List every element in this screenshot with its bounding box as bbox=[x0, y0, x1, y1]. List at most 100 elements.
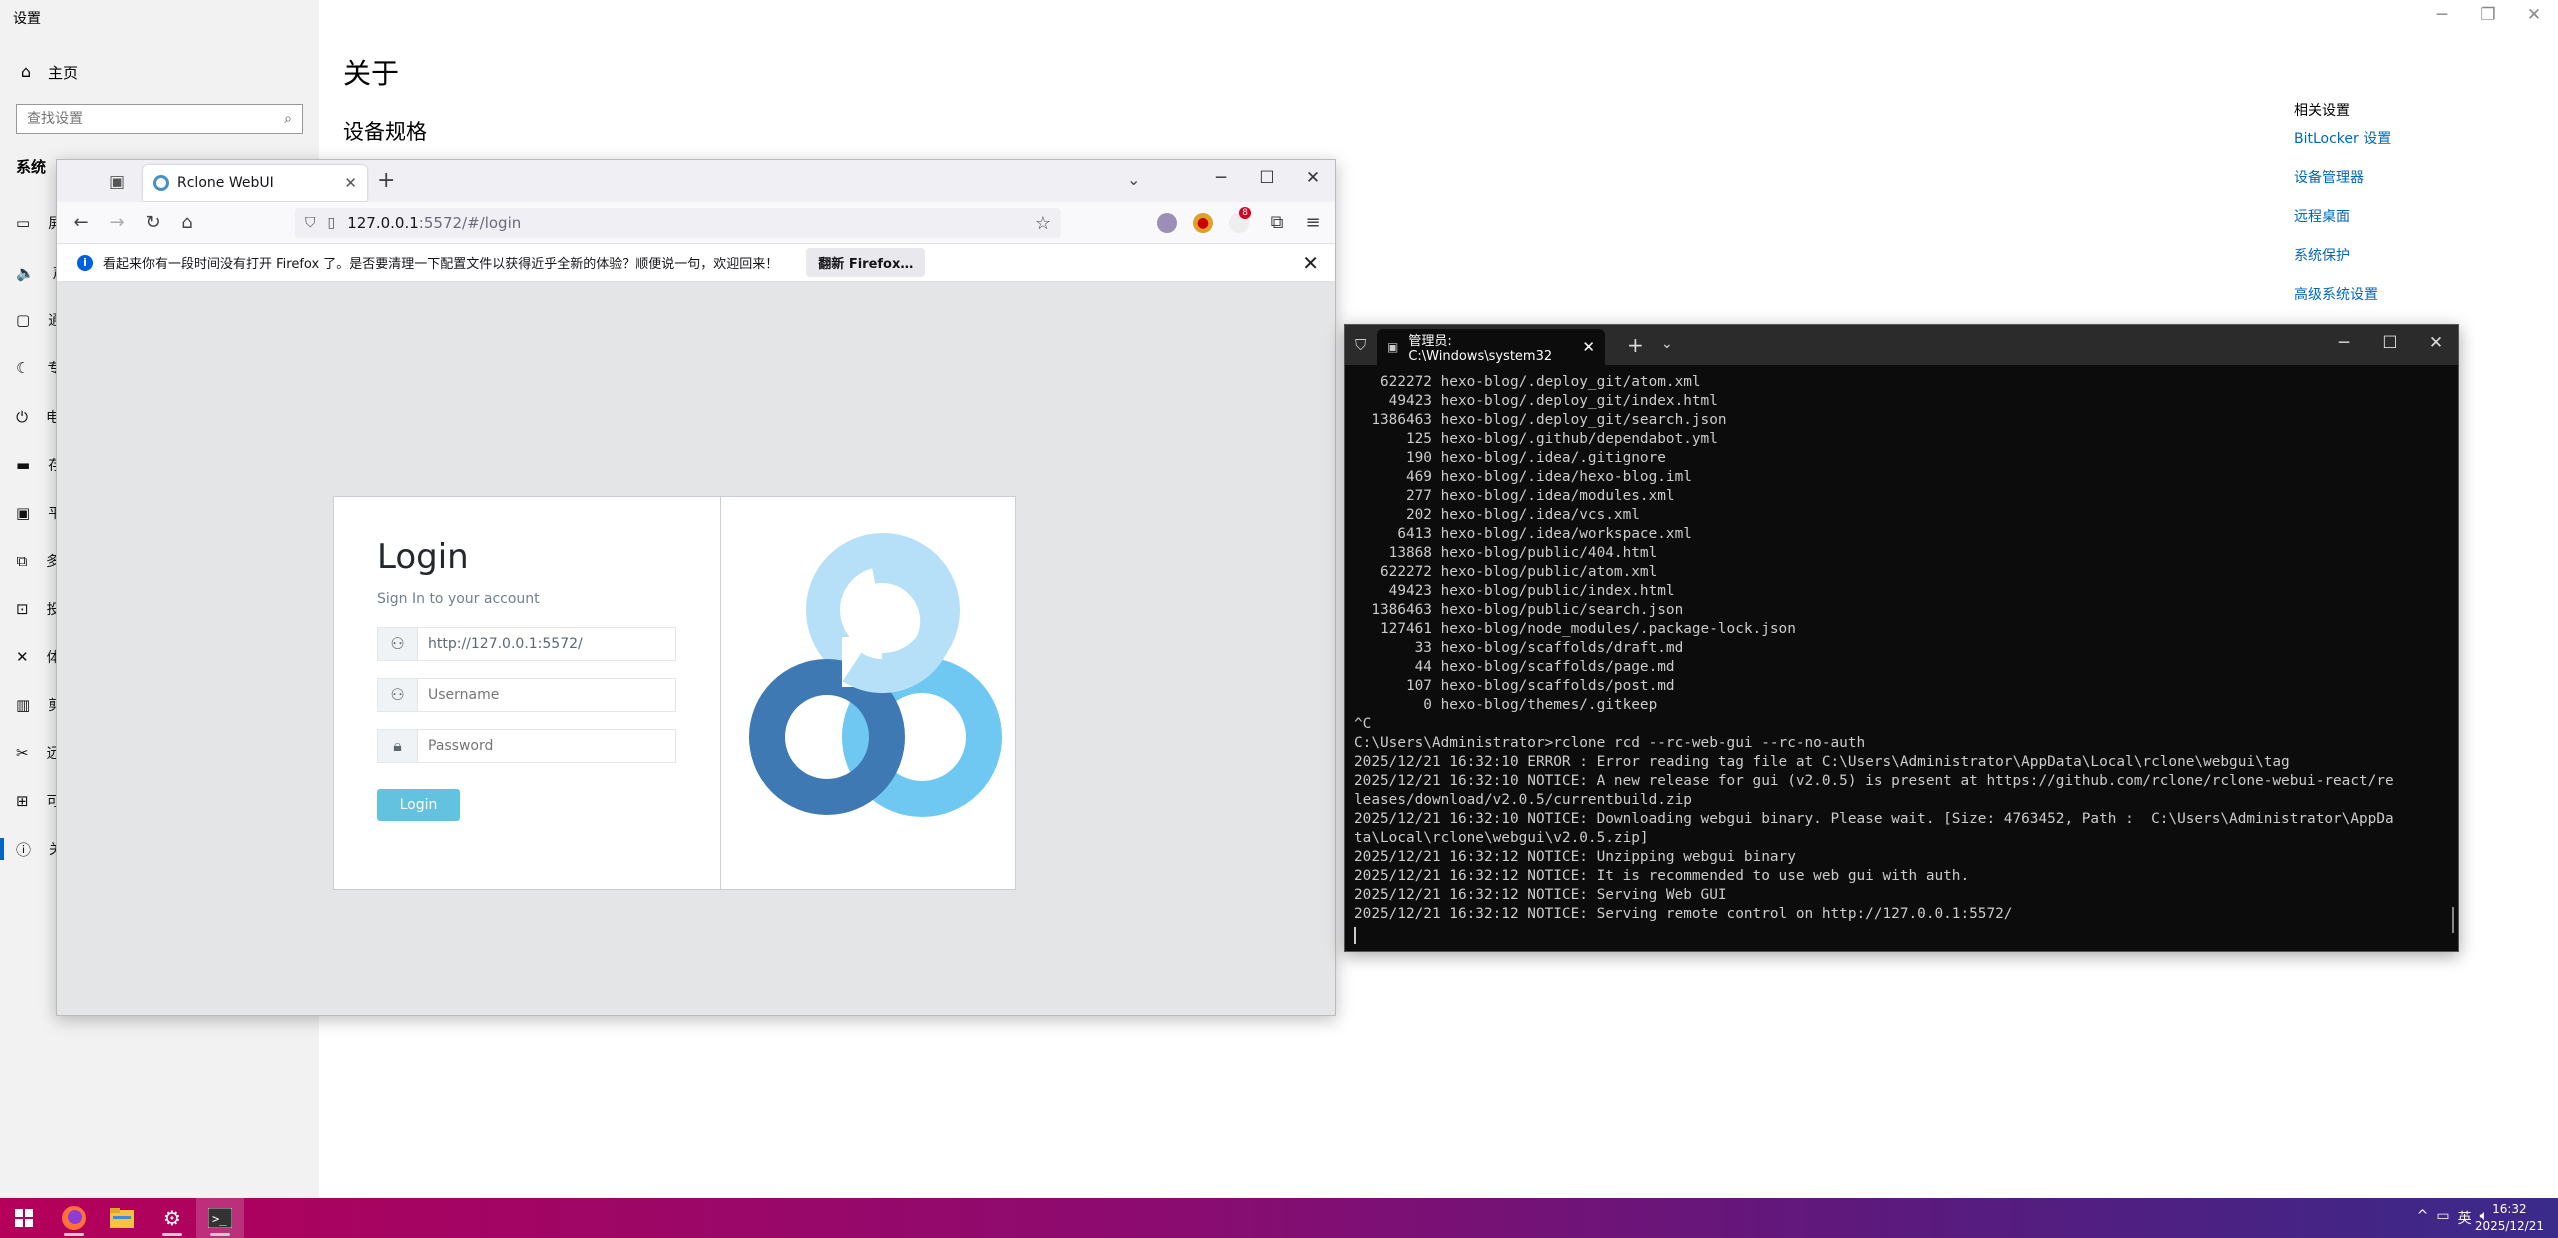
login-button[interactable]: Login bbox=[377, 789, 460, 821]
related-link-advanced-system[interactable]: 高级系统设置 bbox=[2294, 284, 2378, 304]
taskbar-firefox[interactable] bbox=[50, 1198, 98, 1238]
related-link-bitlocker[interactable]: BitLocker 设置 bbox=[2294, 128, 2391, 148]
tab-admin-cmd[interactable]: ▣ 管理员: C:\Windows\system32 ✕ bbox=[1377, 329, 1605, 365]
sidebar-item-8[interactable]: ⊡ 投 bbox=[16, 598, 61, 620]
close-tab-icon[interactable]: ✕ bbox=[1582, 338, 1595, 356]
firefox-view-icon[interactable]: ▣ bbox=[109, 172, 125, 192]
start-button[interactable] bbox=[0, 1198, 48, 1238]
related-settings-title: 相关设置 bbox=[2294, 103, 2350, 119]
terminal-line: 622272 hexo-blog/.deploy_git/atom.xml bbox=[1354, 374, 1701, 390]
extension-badge-icon[interactable]: 8 bbox=[1229, 207, 1251, 233]
extension-circle-icon[interactable] bbox=[1157, 213, 1177, 233]
search-icon: ⌕ bbox=[284, 111, 292, 127]
page-icon[interactable]: ▯ bbox=[328, 215, 336, 231]
url-host: 127.0.0.1 bbox=[347, 214, 419, 232]
terminal-line: leases/download/v2.0.5/currentbuild.zip bbox=[1354, 792, 1692, 808]
extensions-puzzle-icon[interactable]: ⧉ bbox=[1265, 212, 1289, 233]
url-input[interactable] bbox=[418, 628, 675, 660]
terminal-line: 2025/12/21 16:32:10 ERROR : Error readin… bbox=[1354, 754, 2290, 770]
gear-icon: ⚙ bbox=[163, 1206, 181, 1230]
login-subtitle: Sign In to your account bbox=[377, 591, 540, 607]
page-title: 关于 bbox=[343, 57, 400, 90]
forward-arrow-icon[interactable]: → bbox=[105, 212, 129, 233]
power-icon: ⏻ bbox=[16, 408, 28, 426]
sidebar-item-9[interactable]: ✕ 体 bbox=[16, 646, 61, 668]
search-input[interactable] bbox=[27, 111, 285, 127]
menu-hamburger-icon[interactable]: ≡ bbox=[1301, 212, 1325, 233]
taskbar-settings[interactable]: ⚙ bbox=[148, 1198, 196, 1238]
settings-search-box[interactable]: ⌕ bbox=[16, 104, 303, 134]
maximize-button[interactable]: ☐ bbox=[2370, 333, 2410, 353]
extension-ublock-icon[interactable]: ● bbox=[1193, 213, 1213, 233]
terminal-line: 49423 hexo-blog/public/index.html bbox=[1354, 583, 1675, 599]
terminal-line: 125 hexo-blog/.github/dependabot.yml bbox=[1354, 431, 1718, 447]
url-bar[interactable]: ⛉ ▯ 127.0.0.1:5572/#/login ☆ bbox=[295, 208, 1061, 238]
cmd-icon: ▣ bbox=[1387, 340, 1399, 354]
firefox-icon bbox=[62, 1206, 86, 1230]
clock[interactable]: 16:32 2025/12/21 bbox=[2475, 1201, 2544, 1235]
sidebar-item-1[interactable]: 🔈声 bbox=[16, 262, 67, 284]
minimize-button[interactable]: ─ bbox=[2422, 5, 2462, 25]
tab-rclone-webui[interactable]: Rclone WebUI ✕ bbox=[143, 165, 367, 201]
sidebar-item-home[interactable]: ⌂ 主页 bbox=[18, 62, 78, 82]
sidebar-item-7[interactable]: ⧉ 多 bbox=[16, 550, 60, 572]
sidebar-item-5[interactable]: ▬存 bbox=[16, 454, 62, 476]
sidebar-item-4[interactable]: ⏻ 电 bbox=[16, 406, 60, 428]
terminal-output[interactable]: 622272 hexo-blog/.deploy_git/atom.xml 49… bbox=[1354, 373, 2444, 924]
section-title: 设备规格 bbox=[343, 120, 427, 144]
close-button[interactable]: ✕ bbox=[1293, 168, 1333, 188]
sidebar-item-13[interactable]: ⓘ关 bbox=[16, 838, 63, 860]
taskbar: ⚙ >_ ^ ▭ 英 🔈︎ 16:32 2025/12/21 bbox=[0, 1198, 2558, 1238]
sidebar-item-label: 主页 bbox=[48, 63, 79, 82]
close-button[interactable]: ✕ bbox=[2514, 5, 2554, 25]
new-tab-button[interactable]: + bbox=[1627, 333, 1644, 357]
maximize-button[interactable]: ☐ bbox=[1247, 168, 1287, 188]
taskbar-terminal[interactable]: >_ bbox=[196, 1198, 244, 1238]
navigation-toolbar: ← → ↻ ⌂ ⛉ ▯ 127.0.0.1:5572/#/login ☆ ● 8… bbox=[57, 202, 1335, 244]
close-tab-icon[interactable]: ✕ bbox=[344, 174, 357, 192]
firefox-window: ▣ Rclone WebUI ✕ + ⌄ ─ ☐ ✕ ← → ↻ ⌂ ⛉ ▯ 1… bbox=[56, 159, 1336, 1016]
password-input[interactable] bbox=[418, 730, 675, 762]
terminal-line: 1386463 hexo-blog/.deploy_git/search.jso… bbox=[1354, 412, 1727, 428]
minimize-button[interactable]: ─ bbox=[1201, 168, 1241, 188]
bookmark-star-icon[interactable]: ☆ bbox=[1035, 213, 1051, 234]
clock-date: 2025/12/21 bbox=[2474, 1219, 2544, 1233]
text-cursor bbox=[1354, 927, 1356, 944]
related-link-remote-desktop[interactable]: 远程桌面 bbox=[2294, 206, 2350, 226]
tab-label: 管理员: C:\Windows\system32 bbox=[1408, 334, 1553, 364]
reload-icon[interactable]: ↻ bbox=[141, 212, 165, 233]
about-icon: ⓘ bbox=[16, 840, 32, 859]
related-link-system-protection[interactable]: 系统保护 bbox=[2294, 245, 2350, 265]
sidebar-item-2[interactable]: ▢通 bbox=[16, 309, 62, 331]
related-link-device-manager[interactable]: 设备管理器 bbox=[2294, 167, 2364, 187]
close-button[interactable]: ✕ bbox=[2416, 333, 2456, 353]
home-icon[interactable]: ⌂ bbox=[175, 212, 199, 233]
sidebar-item-3[interactable]: ☾ 专 bbox=[16, 357, 61, 379]
ime-indicator[interactable]: 英 bbox=[2458, 1208, 2472, 1228]
back-arrow-icon[interactable]: ← bbox=[69, 212, 93, 233]
sidebar-item-12[interactable]: ⊞ 可 bbox=[16, 790, 61, 812]
chevron-up-icon[interactable]: ^ bbox=[2417, 1208, 2429, 1228]
scrollbar[interactable] bbox=[2452, 907, 2454, 933]
shield-icon[interactable]: ⛉ bbox=[305, 215, 316, 231]
settings-title: 设置 bbox=[13, 11, 41, 27]
restore-button[interactable]: ❐ bbox=[2468, 5, 2508, 25]
sidebar-item-10[interactable]: ▥剪 bbox=[16, 694, 62, 716]
terminal-line: 190 hexo-blog/.idea/.gitignore bbox=[1354, 450, 1666, 466]
chevron-down-icon[interactable]: ⌄ bbox=[1661, 336, 1673, 352]
refresh-firefox-button[interactable]: 翻新 Firefox… bbox=[806, 248, 926, 277]
network-icon[interactable]: ▭ bbox=[2436, 1208, 2449, 1228]
username-input[interactable] bbox=[418, 679, 675, 711]
sidebar-item-11[interactable]: ✂ 远 bbox=[16, 742, 61, 764]
sidebar-item-0[interactable]: ▭屏 bbox=[16, 212, 62, 234]
sidebar-item-6[interactable]: ▣平 bbox=[16, 502, 62, 524]
terminal-icon: >_ bbox=[208, 1208, 232, 1228]
new-tab-button[interactable]: + bbox=[377, 168, 395, 193]
tab-label: Rclone WebUI bbox=[177, 175, 274, 191]
running-indicator bbox=[210, 1233, 230, 1236]
minimize-button[interactable]: ─ bbox=[2324, 333, 2364, 353]
password-field: 🔒︎ bbox=[377, 729, 676, 763]
list-tabs-chevron-down-icon[interactable]: ⌄ bbox=[1127, 170, 1140, 189]
close-notice-icon[interactable]: ✕ bbox=[1302, 251, 1319, 275]
taskbar-file-explorer[interactable] bbox=[98, 1198, 146, 1238]
